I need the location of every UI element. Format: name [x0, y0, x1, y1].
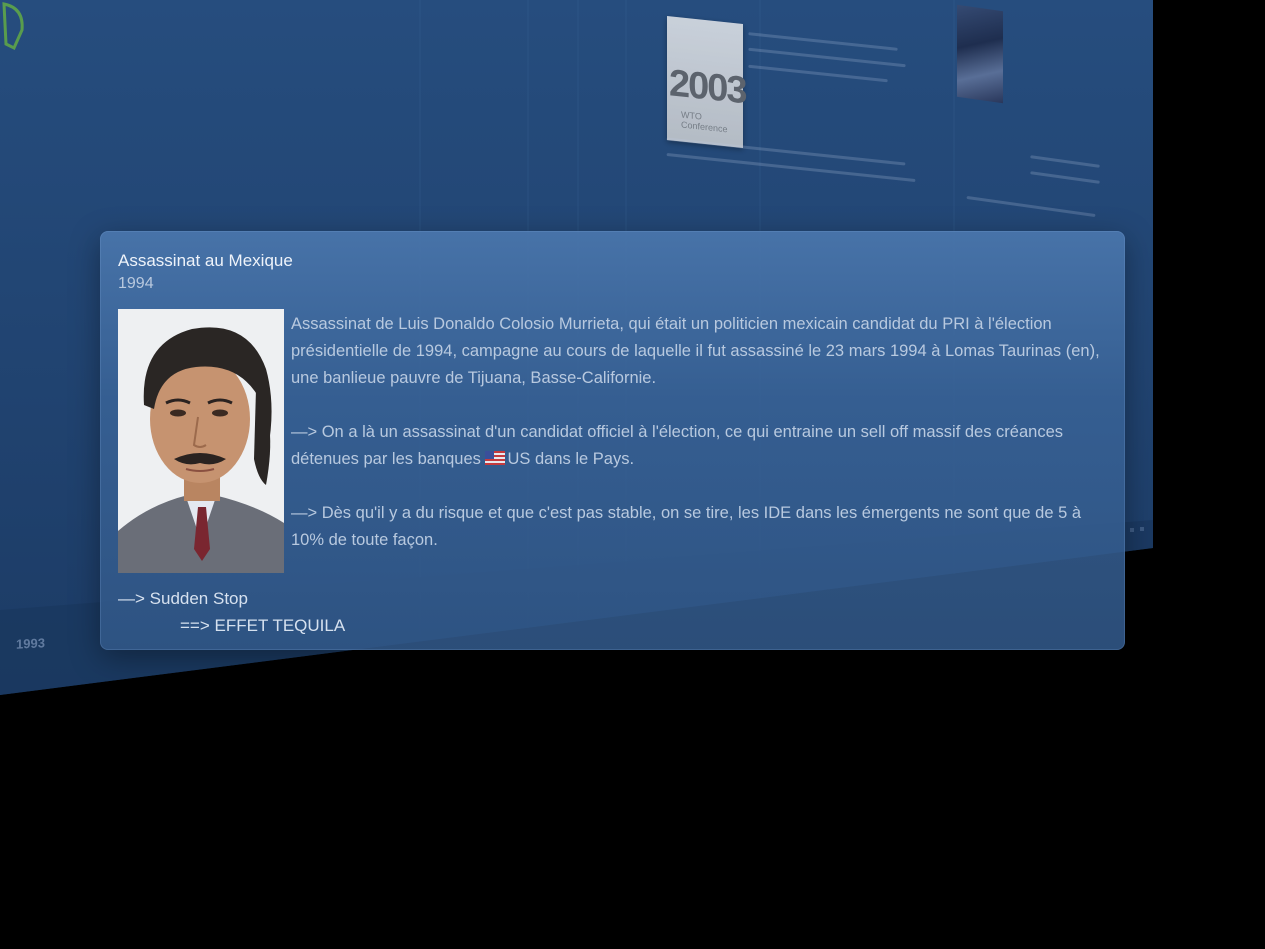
- background-card-year: 2003: [669, 62, 746, 113]
- background-card-subtitle: WTO Conference: [681, 109, 728, 135]
- us-flag-icon: [485, 451, 506, 465]
- event-popup[interactable]: Assassinat au Mexique 1994 Assassinat de…: [100, 231, 1125, 650]
- event-photo: [118, 309, 284, 573]
- background-card-2003: 2003 WTO Conference: [667, 16, 746, 148]
- harp-logo-icon: [2, 2, 24, 51]
- event-paragraph-2: —> On a là un assassinat d'un candidat o…: [291, 419, 1106, 473]
- event-description: Assassinat de Luis Donaldo Colosio Murri…: [291, 311, 1106, 554]
- event-footer-line-1: —> Sudden Stop: [118, 589, 248, 608]
- event-footer: —> Sudden Stop ==> EFFET TEQUILA: [118, 585, 345, 639]
- timeline-year-label: 1993: [16, 635, 45, 652]
- event-year: 1994: [118, 275, 154, 292]
- background-photo: [957, 4, 1003, 104]
- event-paragraph-3: —> Dès qu'il y a du risque et que c'est …: [291, 504, 1082, 549]
- event-footer-line-2: ==> EFFET TEQUILA: [180, 616, 346, 635]
- portrait-image: [118, 309, 284, 573]
- event-paragraph-1: Assassinat de Luis Donaldo Colosio Murri…: [291, 315, 1100, 387]
- event-title: Assassinat au Mexique: [118, 251, 293, 270]
- event-paragraph-2-text: —> On a là un assassinat d'un candidat o…: [291, 423, 1064, 468]
- event-paragraph-2-text-end: US dans le Pays.: [507, 450, 635, 468]
